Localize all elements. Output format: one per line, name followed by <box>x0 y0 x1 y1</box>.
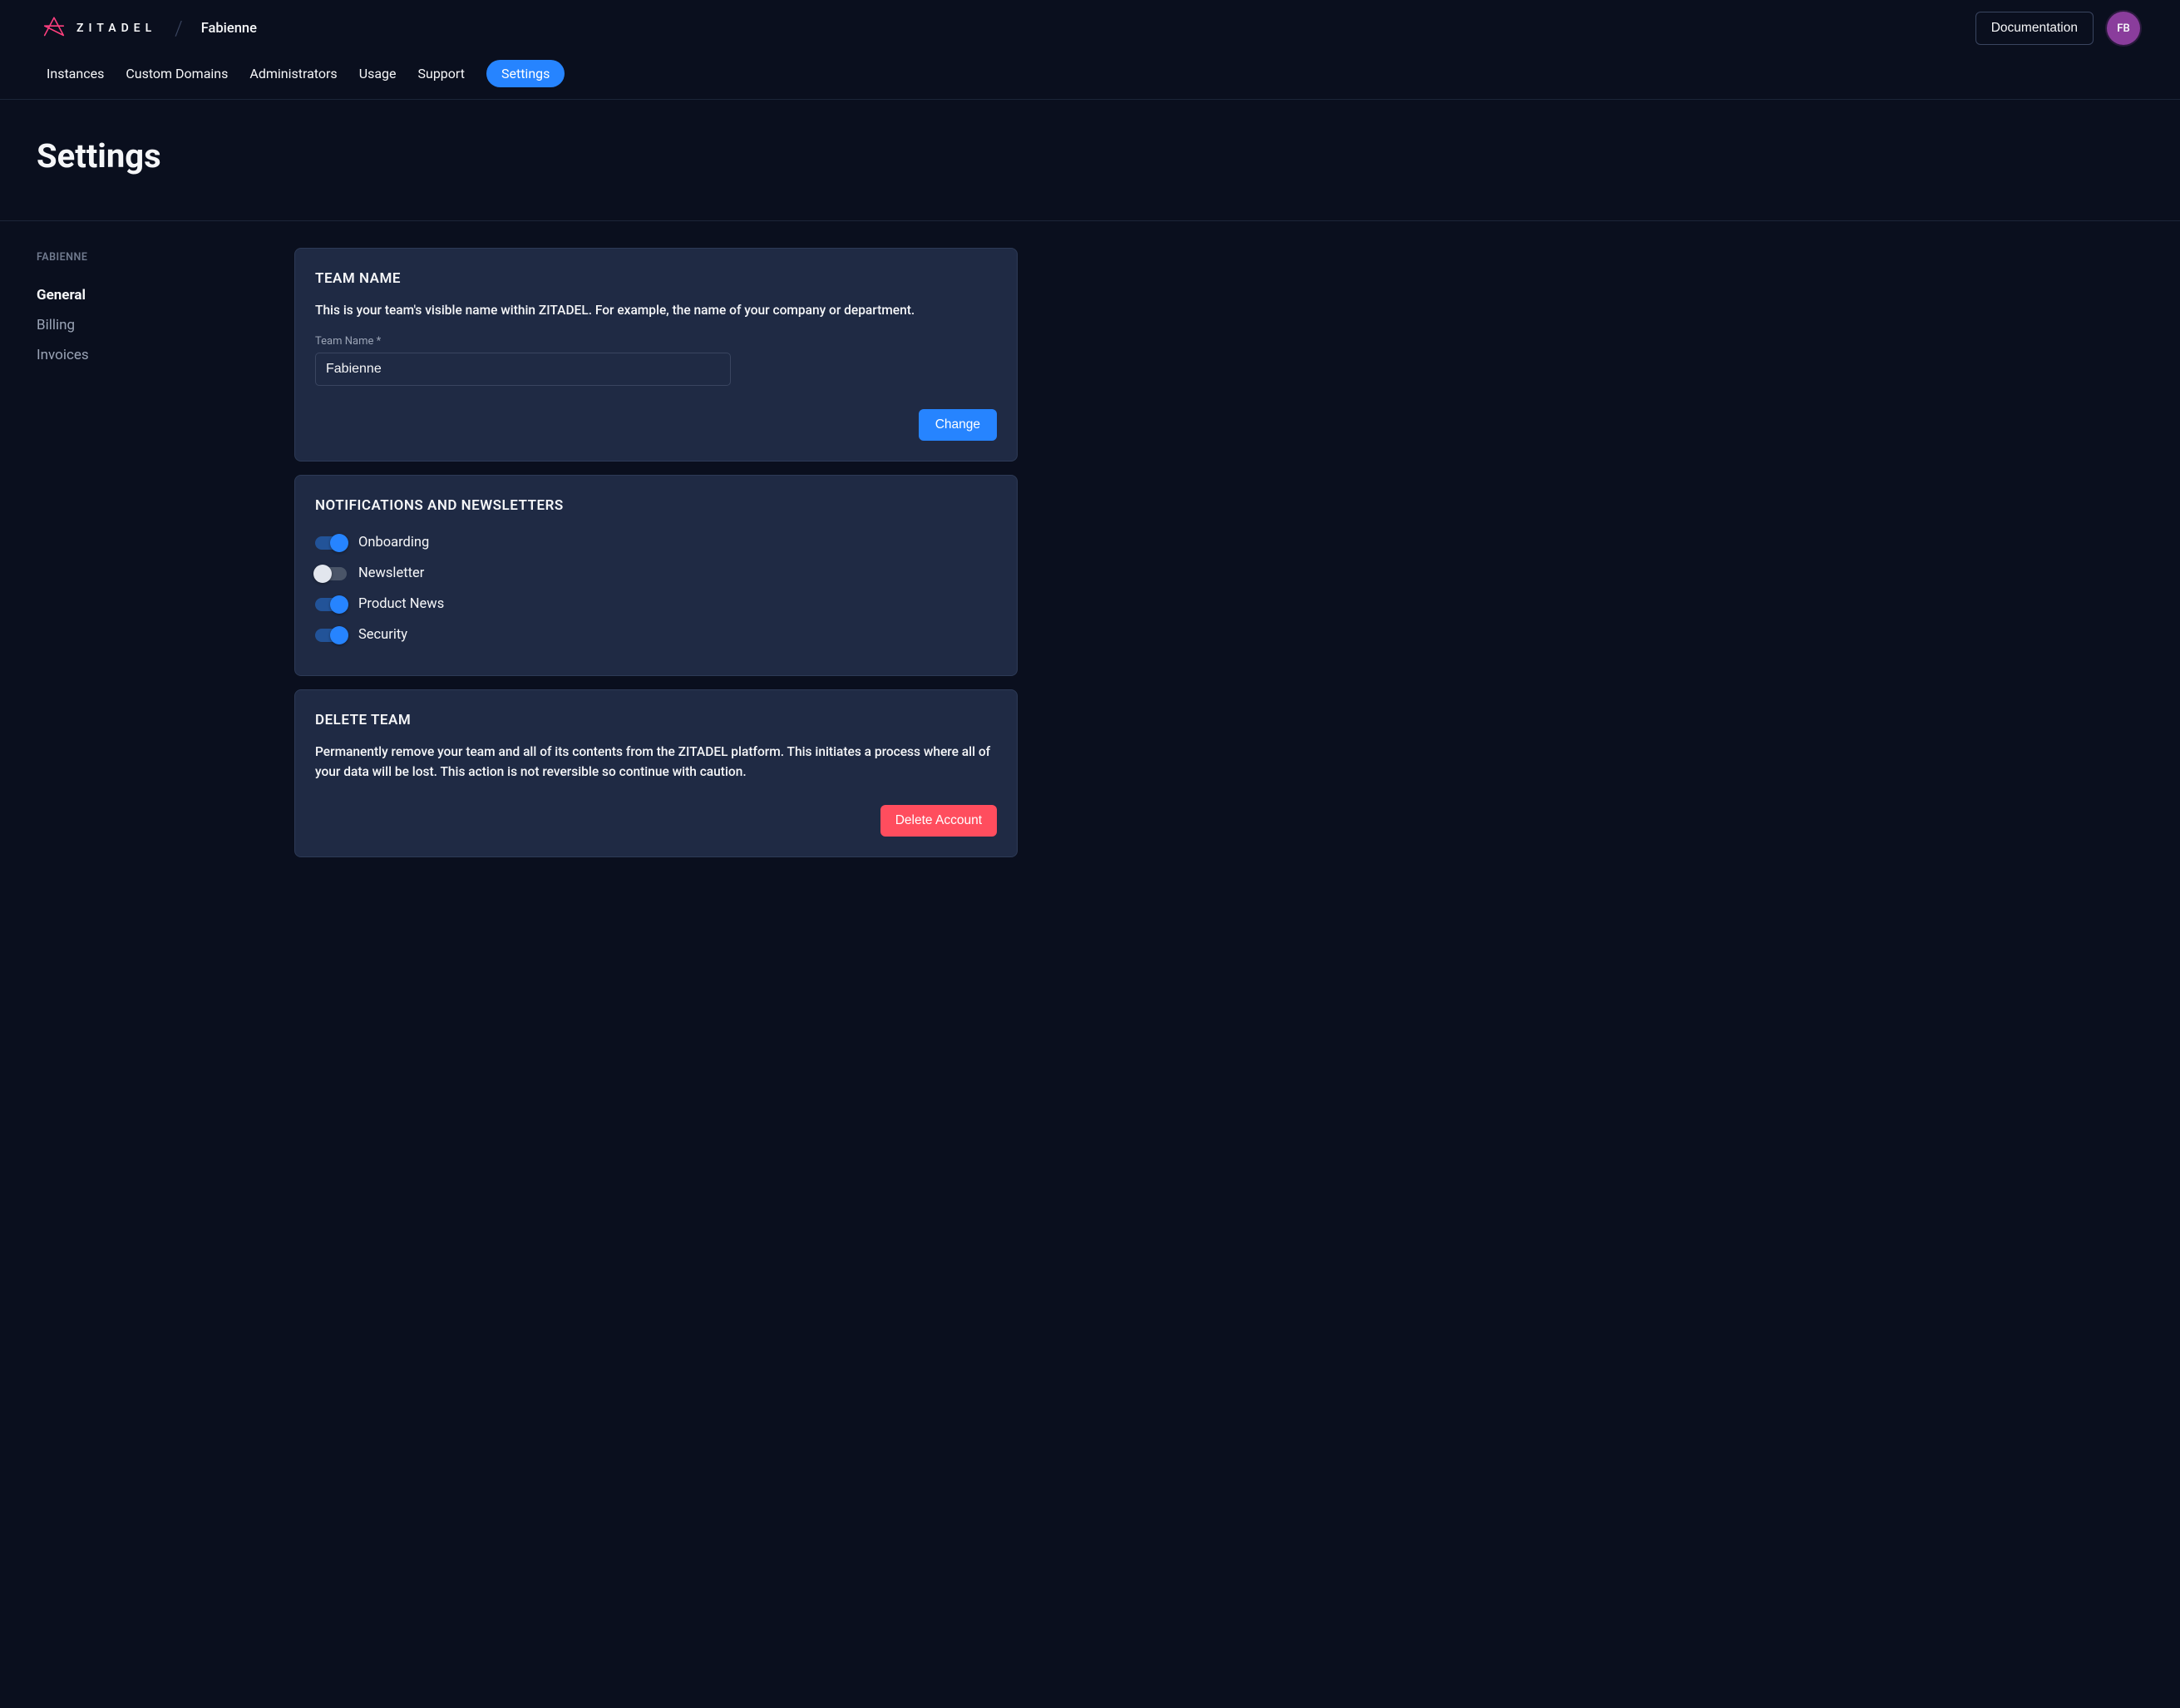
brand-logo[interactable]: ZITADEL <box>40 14 156 42</box>
breadcrumb-team[interactable]: Fabienne <box>201 21 257 37</box>
delete-account-button[interactable]: Delete Account <box>880 805 997 837</box>
delete-team-title: DELETE TEAM <box>315 712 997 728</box>
settings-sidebar: FABIENNE General Billing Invoices <box>37 248 261 857</box>
page-title-section: Settings <box>0 100 2180 221</box>
toggle-label-security: Security <box>358 627 407 643</box>
notifications-card: NOTIFICATIONS AND NEWSLETTERS Onboarding… <box>294 475 1018 676</box>
page-title: Settings <box>37 136 2140 175</box>
zitadel-logo-icon <box>40 14 68 42</box>
team-name-card: TEAM NAME This is your team's visible na… <box>294 248 1018 462</box>
toggle-row-security: Security <box>315 620 997 650</box>
toggle-row-onboarding: Onboarding <box>315 527 997 558</box>
notifications-title: NOTIFICATIONS AND NEWSLETTERS <box>315 497 997 514</box>
sidebar-item-billing[interactable]: Billing <box>37 310 261 340</box>
team-name-title: TEAM NAME <box>315 270 997 287</box>
team-name-input[interactable] <box>315 353 731 386</box>
toggle-security[interactable] <box>315 629 347 642</box>
toggle-label-newsletter: Newsletter <box>358 565 424 581</box>
sidebar-item-invoices[interactable]: Invoices <box>37 340 261 370</box>
delete-team-description: Permanently remove your team and all of … <box>315 742 997 782</box>
team-name-actions: Change <box>315 409 997 441</box>
change-button[interactable]: Change <box>919 409 997 441</box>
toggle-knob-icon <box>330 595 348 614</box>
notifications-list: Onboarding Newsletter Product News Secur… <box>315 527 997 650</box>
sidebar-item-general[interactable]: General <box>37 280 261 310</box>
toggle-label-onboarding: Onboarding <box>358 535 429 550</box>
toggle-row-newsletter: Newsletter <box>315 558 997 589</box>
toggle-knob-icon <box>330 626 348 644</box>
delete-team-actions: Delete Account <box>315 805 997 837</box>
nav-tab-support[interactable]: Support <box>418 61 465 86</box>
user-avatar[interactable]: FB <box>2107 12 2140 45</box>
sidebar-heading: FABIENNE <box>37 251 261 264</box>
top-right: Documentation FB <box>1975 12 2140 45</box>
toggle-onboarding[interactable] <box>315 536 347 550</box>
nav-tab-administrators[interactable]: Administrators <box>249 61 337 86</box>
documentation-button[interactable]: Documentation <box>1975 12 2094 45</box>
team-name-description: This is your team's visible name within … <box>315 300 997 320</box>
main-column: TEAM NAME This is your team's visible na… <box>294 248 1018 857</box>
top-left: ZITADEL / Fabienne <box>40 14 257 42</box>
nav-tab-instances[interactable]: Instances <box>47 61 104 86</box>
nav-tab-custom-domains[interactable]: Custom Domains <box>126 61 228 86</box>
nav-tab-settings[interactable]: Settings <box>486 60 565 87</box>
toggle-product-news[interactable] <box>315 598 347 611</box>
toggle-newsletter[interactable] <box>315 567 347 580</box>
brand-text: ZITADEL <box>76 22 156 35</box>
toggle-row-product-news: Product News <box>315 589 997 620</box>
toggle-label-product-news: Product News <box>358 596 444 612</box>
top-bar: ZITADEL / Fabienne Documentation FB <box>0 0 2180 45</box>
main-nav: Instances Custom Domains Administrators … <box>0 45 2180 100</box>
breadcrumb-separator-icon: / <box>175 17 183 40</box>
team-name-field-label: Team Name * <box>315 335 997 348</box>
delete-team-card: DELETE TEAM Permanently remove your team… <box>294 689 1018 857</box>
nav-tab-usage[interactable]: Usage <box>359 61 397 86</box>
toggle-knob-icon <box>313 565 332 583</box>
content-area: FABIENNE General Billing Invoices TEAM N… <box>0 221 2180 907</box>
toggle-knob-icon <box>330 534 348 552</box>
